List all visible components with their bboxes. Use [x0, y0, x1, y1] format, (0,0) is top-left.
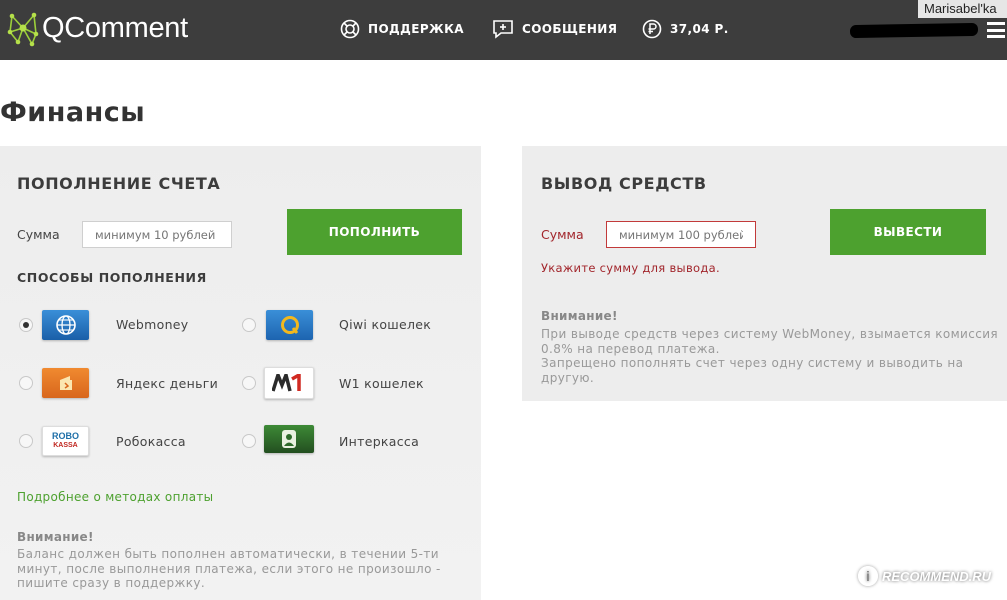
deposit-note-line: Баланс должен быть пополнен автоматическ…: [17, 547, 439, 561]
radio-robokassa[interactable]: [19, 434, 33, 448]
withdraw-title: ВЫВОД СРЕДСТВ: [541, 174, 707, 193]
withdraw-amount-label: Сумма: [541, 227, 584, 242]
page-title: Финансы: [0, 97, 146, 128]
nav-messages-label: СООБЩЕНИЯ: [522, 22, 618, 36]
nav-support-label: ПОДДЕРЖКА: [368, 22, 464, 36]
withdraw-note-line: 0.8% на перевод платежа.: [541, 341, 720, 356]
radio-interkassa[interactable]: [242, 434, 256, 448]
webmoney-icon: [42, 310, 89, 340]
deposit-note-title: Внимание!: [17, 530, 94, 544]
robokassa-icon: ROBO KASSA: [42, 426, 89, 456]
yandex-money-icon: [42, 368, 89, 398]
deposit-note-line: пишите сразу в поддержку.: [17, 576, 206, 590]
nav-balance[interactable]: 37,04 Р.: [642, 19, 729, 39]
recommend-logo-icon: i: [858, 566, 878, 586]
interkassa-icon: [264, 425, 314, 453]
robokassa-logo-bottom: KASSA: [53, 442, 78, 449]
withdraw-note-line: другую.: [541, 370, 595, 385]
method-name-w1[interactable]: W1 кошелек: [339, 376, 424, 391]
method-name-qiwi[interactable]: Qiwi кошелек: [339, 317, 431, 332]
qcomment-logo-icon: [7, 12, 39, 47]
nav-support[interactable]: ПОДДЕРЖКА: [340, 19, 464, 39]
radio-w1[interactable]: [242, 376, 256, 390]
nav-messages[interactable]: СООБЩЕНИЯ: [492, 19, 617, 39]
top-bar: QComment ПОДДЕРЖКА СООБЩЕНИЯ 37,04 Р. Ma…: [0, 0, 1007, 60]
methods-title: СПОСОБЫ ПОПОЛНЕНИЯ: [17, 270, 207, 285]
withdraw-amount-input[interactable]: [606, 221, 756, 248]
message-plus-icon: [493, 20, 513, 39]
method-name-webmoney[interactable]: Webmoney: [116, 317, 189, 332]
robokassa-logo-top: ROBO: [52, 431, 79, 441]
withdraw-note-line: При выводе средств через систему WebMone…: [541, 327, 999, 341]
withdraw-error-message: Укажите сумму для вывода.: [541, 261, 720, 275]
watermark-text: RECOMMEND.RU: [882, 568, 992, 584]
radio-qiwi[interactable]: [242, 318, 256, 332]
radio-yandex-money[interactable]: [19, 376, 33, 390]
qiwi-icon: [266, 310, 313, 340]
withdraw-note-title: Внимание!: [541, 309, 618, 323]
deposit-panel: ПОПОЛНЕНИЕ СЧЕТА Сумма ПОПОЛНИТЬ СПОСОБЫ…: [0, 146, 481, 600]
deposit-title: ПОПОЛНЕНИЕ СЧЕТА: [17, 174, 221, 193]
hamburger-icon[interactable]: [987, 22, 1005, 38]
deposit-amount-label: Сумма: [17, 227, 60, 242]
withdraw-note-text: При выводе средств через систему WebMone…: [541, 327, 998, 385]
nav-balance-label: 37,04 Р.: [670, 22, 729, 36]
withdraw-submit-button[interactable]: ВЫВЕСТИ: [830, 209, 986, 255]
method-name-robokassa[interactable]: Робокасса: [116, 434, 186, 449]
logo[interactable]: QComment: [6, 8, 188, 48]
withdraw-panel: ВЫВОД СРЕДСТВ Сумма ВЫВЕСТИ Укажите сумм…: [522, 146, 1007, 401]
payment-methods-link[interactable]: Подробнее о методах оплаты: [17, 490, 213, 504]
deposit-note-text: Баланс должен быть пополнен автоматическ…: [17, 547, 441, 591]
recommend-watermark: i RECOMMEND.RU: [858, 566, 991, 586]
deposit-amount-input[interactable]: [82, 221, 232, 248]
radio-webmoney[interactable]: [19, 318, 33, 332]
w1-icon: [264, 367, 314, 399]
withdraw-note-line: Запрещено пополнять счет через одну сист…: [541, 356, 964, 370]
deposit-submit-button[interactable]: ПОПОЛНИТЬ: [287, 209, 462, 255]
method-name-interkassa[interactable]: Интеркасса: [339, 434, 419, 449]
deposit-note-line: минут, после выполнения платежа, если эт…: [17, 561, 441, 576]
ruble-icon: [642, 19, 662, 39]
method-name-yandex-money[interactable]: Яндекс деньги: [116, 376, 218, 391]
username-tag: Marisabel'ka: [918, 0, 1007, 18]
redacted-user: [849, 22, 979, 39]
logo-text: QComment: [42, 11, 188, 44]
lifebuoy-icon: [340, 19, 360, 39]
